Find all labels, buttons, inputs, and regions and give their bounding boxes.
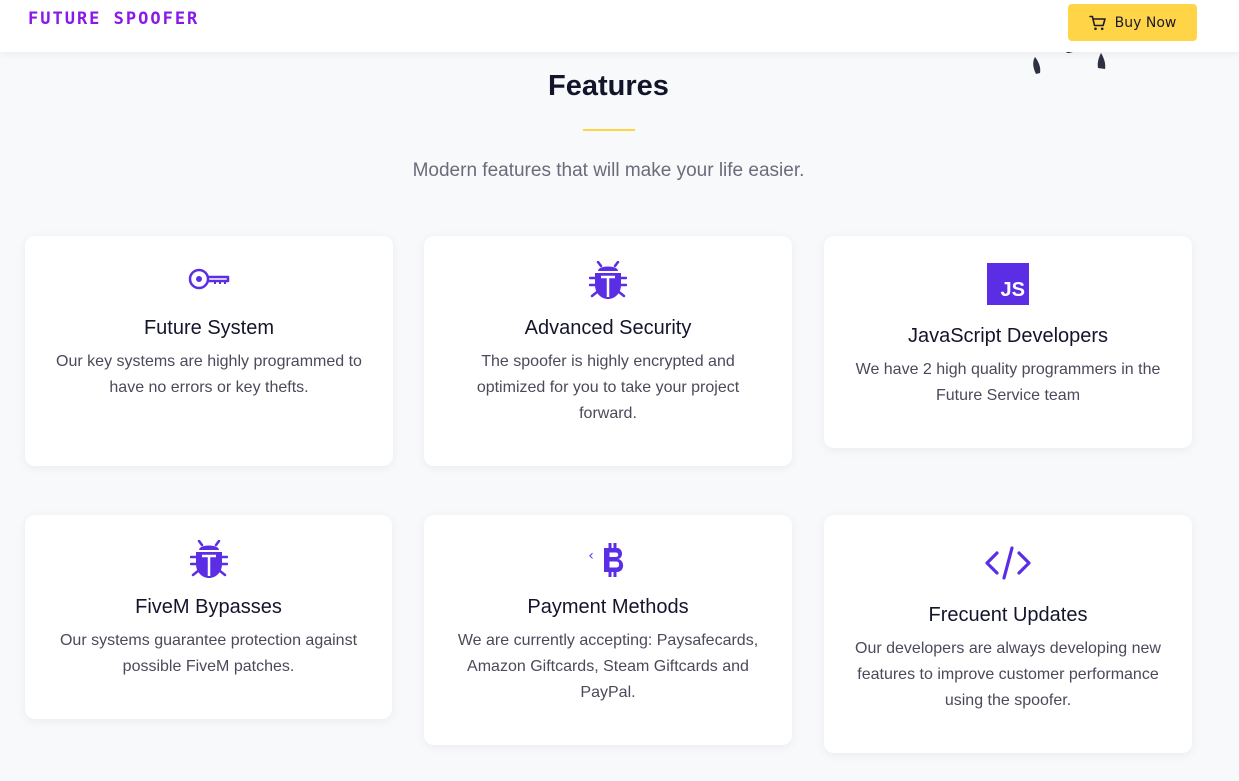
javascript-icon: JS: [987, 263, 1029, 305]
feature-description: Our developers are always developing new…: [855, 640, 1161, 709]
top-navbar: FUTURE SPOOFER Buy Now: [0, 0, 1239, 52]
feature-title: Advanced Security: [524, 317, 692, 339]
title-underline: [583, 129, 635, 131]
code-icon: [985, 546, 1031, 580]
buy-now-button[interactable]: Buy Now: [1068, 4, 1197, 41]
feature-description: Our key systems are highly programmed to…: [56, 353, 362, 396]
bug-icon: [589, 261, 627, 299]
feature-card: JS JavaScript Developers We have 2 high …: [824, 236, 1192, 448]
section-subtitle: Modern features that will make your life…: [412, 160, 805, 181]
feature-title: FiveM Bypasses: [135, 596, 282, 618]
bitcoin-icon: [603, 543, 623, 577]
buy-now-label: Buy Now: [1114, 14, 1177, 31]
feature-title: Payment Methods: [527, 596, 689, 618]
feature-card: FiveM Bypasses Our systems guarantee pro…: [25, 515, 392, 719]
brand-logo[interactable]: FUTURE SPOOFER: [28, 9, 199, 29]
feature-card: Future System Our key systems are highly…: [25, 236, 393, 466]
decorative-shape: [1033, 51, 1106, 74]
feature-card: Advanced Security The spoofer is highly …: [424, 236, 792, 466]
feature-title: Future System: [143, 317, 275, 339]
feature-title: Frecuent Updates: [928, 604, 1088, 626]
feature-card: Frecuent Updates Our developers are alwa…: [824, 515, 1192, 753]
key-icon: [188, 268, 230, 290]
feature-description: We are currently accepting: Paysafecards…: [457, 632, 759, 701]
feature-description: The spoofer is highly encrypted and opti…: [476, 353, 740, 422]
bug-icon: [189, 540, 228, 578]
feature-card: ‹ Payment Methods We are currently accep…: [424, 515, 792, 745]
chevron-left-icon: ‹: [588, 548, 594, 564]
feature-title: JavaScript Developers: [907, 325, 1109, 347]
feature-description: We have 2 high quality programmers in th…: [855, 361, 1161, 404]
feature-description: Our systems guarantee protection against…: [59, 632, 358, 675]
cart-icon: [1088, 15, 1106, 30]
